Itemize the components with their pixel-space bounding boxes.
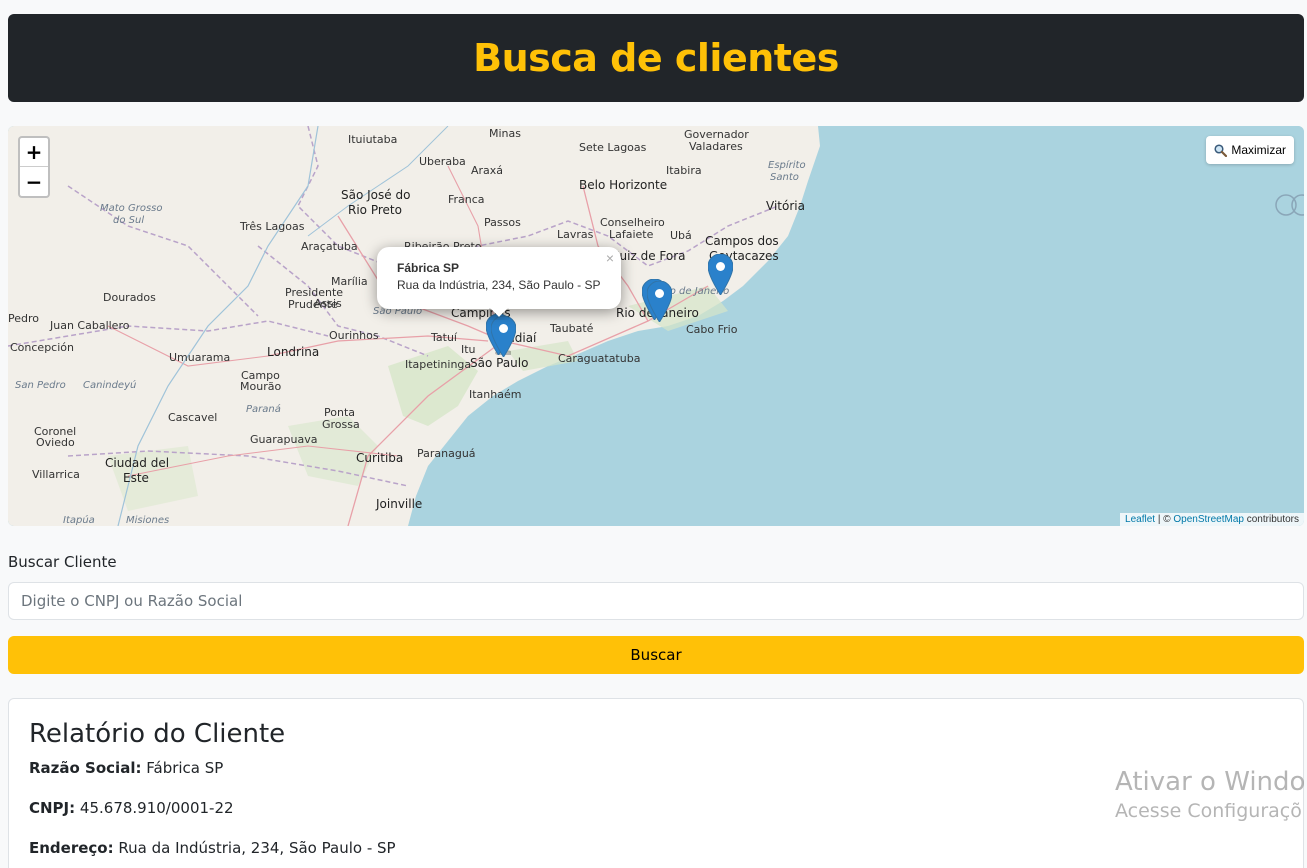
- map-label: Araçatuba: [301, 240, 358, 253]
- map-label: Taubaté: [550, 322, 594, 335]
- map-label: Franca: [448, 193, 485, 206]
- map-label: Ubá: [670, 229, 692, 242]
- attribution-separator: | ©: [1155, 514, 1174, 525]
- map-label: do Sul: [113, 215, 145, 226]
- zoom-out-button[interactable]: −: [20, 167, 48, 196]
- maximize-label: Maximizar: [1231, 143, 1286, 157]
- map-label: Mourão: [240, 380, 282, 393]
- endereco-value: Rua da Indústria, 234, São Paulo - SP: [118, 839, 396, 857]
- map-label: Minas: [489, 127, 521, 140]
- map-attribution: Leaflet | © OpenStreetMap contributors: [1120, 513, 1304, 526]
- map-label: Três Lagoas: [240, 220, 305, 233]
- map-label: San Pedro: [15, 380, 66, 391]
- page-header: Busca de clientes: [8, 14, 1304, 102]
- map-marker-rj-2[interactable]: [647, 281, 672, 322]
- map-marker-sp-2[interactable]: [491, 316, 516, 357]
- map-label: Santo: [770, 172, 799, 183]
- map-label: Londrina: [267, 345, 320, 359]
- report-cnpj: CNPJ: 45.678.910/0001-22: [29, 799, 1283, 817]
- map-label: Ourinhos: [329, 329, 379, 342]
- map-label: Paranaguá: [417, 447, 476, 460]
- popup-close-button[interactable]: ×: [606, 250, 614, 266]
- search-input[interactable]: [8, 582, 1304, 620]
- map-label: Misiones: [126, 515, 170, 526]
- map-label: Ciudad del: [105, 456, 170, 470]
- map-label: Pedro: [8, 312, 40, 325]
- map-label: Lavras: [557, 228, 594, 241]
- client-report-card: Relatório do Cliente Razão Social: Fábri…: [8, 698, 1304, 868]
- map-label: São Paulo: [470, 356, 529, 370]
- zoom-in-button[interactable]: +: [20, 138, 48, 167]
- map-label: Assis: [314, 297, 342, 310]
- map-label: Itapetininga: [405, 358, 472, 371]
- map-label: Grossa: [322, 418, 360, 431]
- map-label: Juan Caballero: [50, 319, 130, 332]
- map-label: Canindeyú: [83, 380, 137, 391]
- map-label: Umuarama: [169, 351, 231, 364]
- map-label: Juiz de Fora: [616, 249, 686, 263]
- popup-tip: [489, 308, 509, 320]
- osm-link[interactable]: OpenStreetMap: [1173, 514, 1244, 525]
- watermark-line-1: Ativar o Windo: [1115, 767, 1306, 797]
- page-title: Busca de clientes: [473, 36, 839, 80]
- search-button[interactable]: Buscar: [8, 636, 1304, 674]
- map-label: Rio Preto: [348, 203, 402, 217]
- map-label: Lafaiete: [609, 228, 654, 241]
- map-container[interactable]: Ituiutaba Minas Governador Valadares Ube…: [8, 126, 1304, 526]
- map-label: Valadares: [689, 140, 743, 153]
- map-label: Caraguatatuba: [558, 352, 641, 365]
- map-label: Uberaba: [419, 155, 466, 168]
- report-title: Relatório do Cliente: [29, 719, 286, 749]
- map-label: Cascavel: [168, 411, 218, 424]
- map-label: Villarrica: [32, 468, 80, 481]
- map-label: Este: [123, 471, 149, 485]
- map-popup: × Fábrica SP Rua da Indústria, 234, São …: [377, 247, 621, 309]
- map-label: Tatuí: [431, 331, 457, 344]
- map-label: Araxá: [471, 164, 504, 177]
- map-label: Belo Horizonte: [579, 178, 668, 192]
- endereco-label: Endereço:: [29, 839, 114, 857]
- map-label: Dourados: [103, 291, 156, 304]
- map-label: Oviedo: [36, 436, 75, 449]
- map-label: Guarapuava: [250, 433, 318, 446]
- windows-activation-watermark: Ativar o Windo Acesse Configuraçõ: [1115, 766, 1305, 824]
- map-label: Curitiba: [356, 451, 404, 465]
- map-label: Cabo Frio: [686, 323, 738, 336]
- map-label: Itanhaém: [469, 388, 522, 401]
- razao-social-value: Fábrica SP: [146, 759, 224, 777]
- maximize-button[interactable]: Maximizar: [1206, 136, 1294, 164]
- cnpj-label: CNPJ:: [29, 799, 76, 817]
- map-label: Joinville: [376, 497, 423, 511]
- map-label: Campos dos: [705, 234, 779, 248]
- map-label: Itabira: [666, 164, 702, 177]
- search-label: Buscar Cliente: [8, 553, 117, 571]
- map-label: Vitória: [766, 199, 805, 213]
- map-marker-campos[interactable]: [708, 254, 733, 295]
- popup-title: Fábrica SP: [397, 261, 460, 275]
- map-label: São José do: [341, 188, 411, 202]
- zoom-control: + −: [18, 136, 50, 198]
- attribution-suffix: contributors: [1243, 514, 1299, 525]
- map-label: Itapúa: [63, 515, 95, 526]
- leaflet-link[interactable]: Leaflet: [1125, 514, 1155, 525]
- popup-address: Rua da Indústria, 234, São Paulo - SP: [397, 278, 601, 292]
- cnpj-value: 45.678.910/0001-22: [79, 799, 234, 817]
- map-label: Ituiutaba: [348, 133, 398, 146]
- watermark-line-2: Acesse Configuraçõ: [1115, 800, 1302, 822]
- map-label: Itu: [461, 343, 476, 356]
- magnifier-icon: [1214, 143, 1228, 157]
- map-label: Sete Lagoas: [579, 141, 647, 154]
- report-razao-social: Razão Social: Fábrica SP: [29, 759, 1283, 777]
- map-label: Passos: [484, 216, 521, 229]
- map-label: Paraná: [246, 404, 281, 415]
- report-endereco: Endereço: Rua da Indústria, 234, São Pau…: [29, 839, 1283, 857]
- razao-social-label: Razão Social:: [29, 759, 142, 777]
- map-label: Concepción: [10, 341, 74, 354]
